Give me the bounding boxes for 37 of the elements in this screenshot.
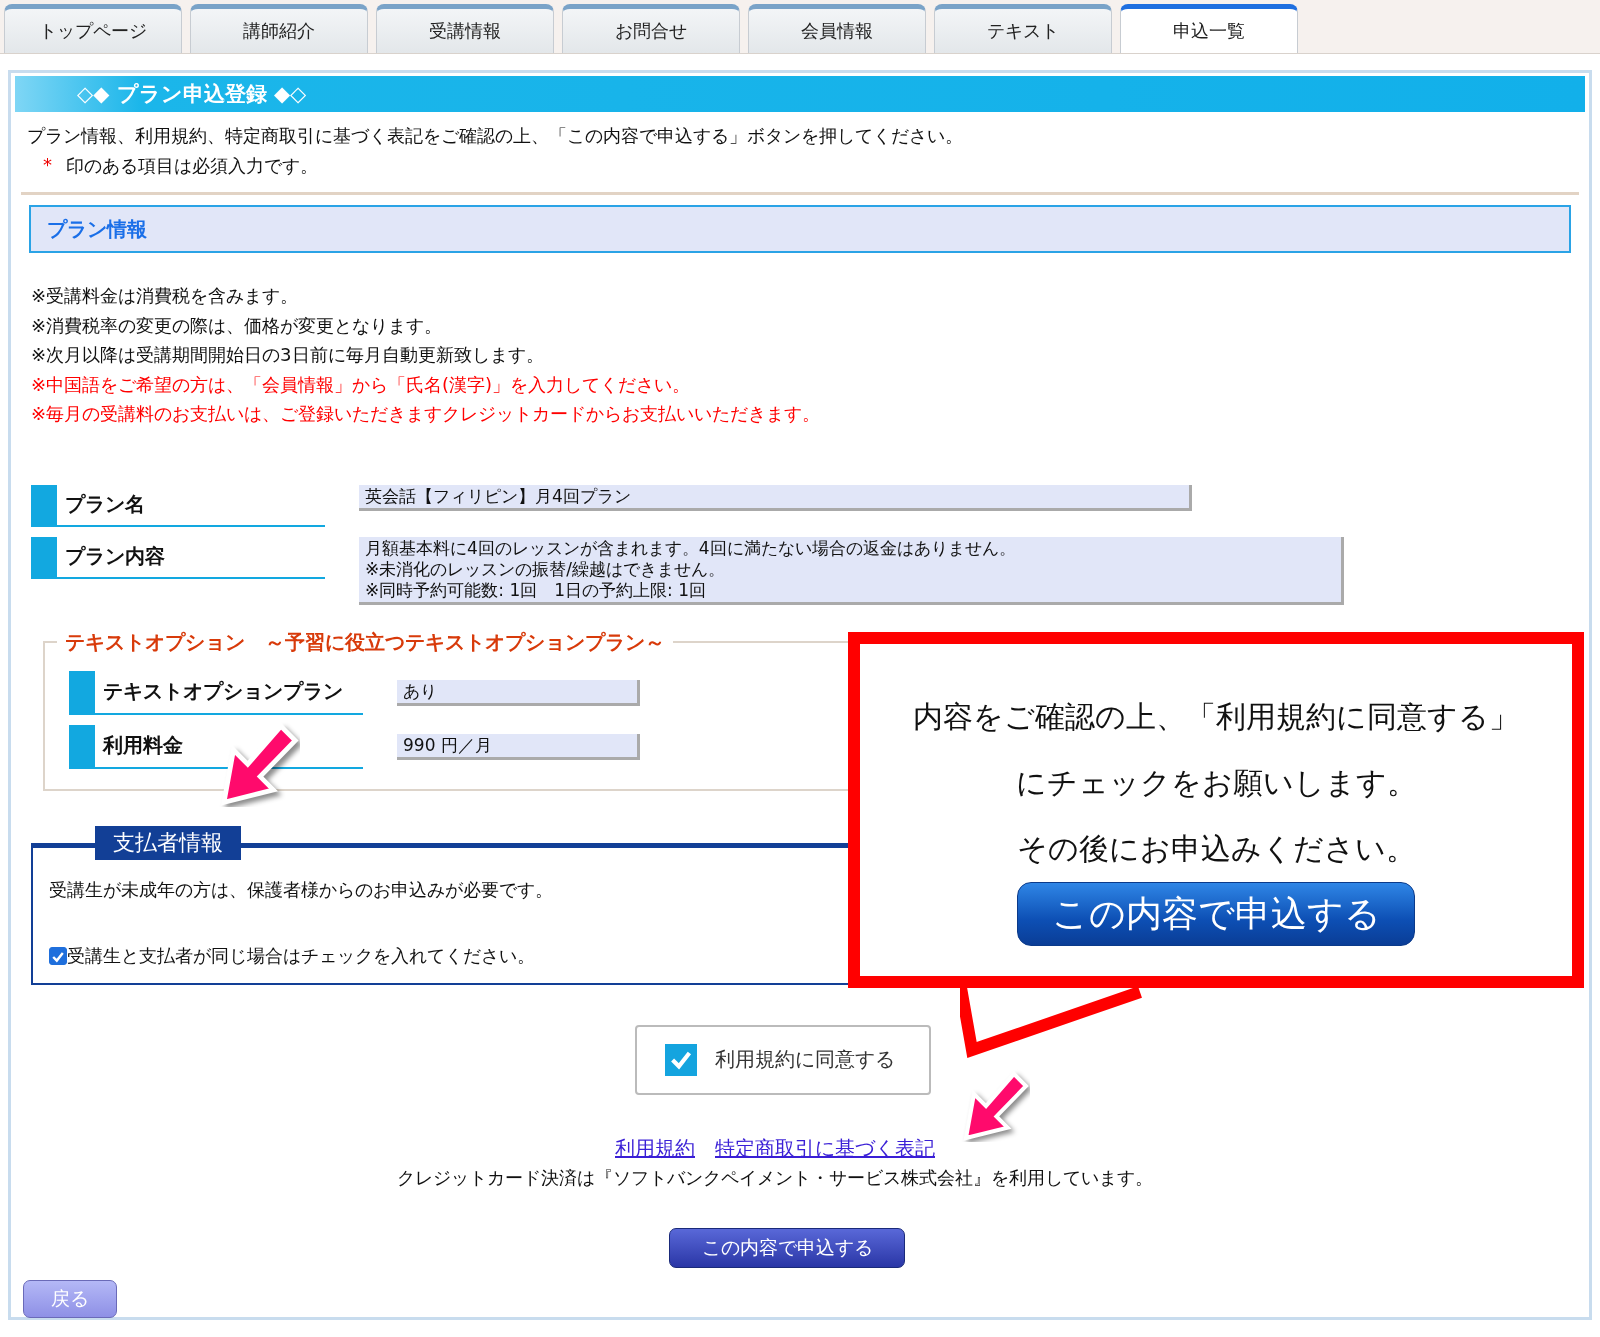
checkbox[interactable] <box>665 1043 697 1076</box>
submit-button[interactable]: この内容で申込する <box>669 1227 905 1268</box>
link[interactable]: 特定商取引に基づく表記 <box>715 1134 935 1162</box>
nav-tab[interactable]: 申込一覧 <box>1120 4 1298 53</box>
note-text: ※受講料金は消費税を含みます。 <box>31 284 300 308</box>
checkbox[interactable] <box>49 946 67 965</box>
submit-button[interactable]: この内容で申込する <box>1017 882 1415 946</box>
nav-tab[interactable]: テキスト <box>934 4 1112 53</box>
nav-tab[interactable]: お問合せ <box>562 4 740 53</box>
note-text: ※消費税率の変更の際は、価格が変更となります。 <box>31 313 444 338</box>
field-value: 月額基本料に4回のレッスンが含まれます。4回に満たない場合の返金はありません。 ※未消化のレッスンの振替/繰越はできません。 ※同時予約可能数: 1回 1日の予約上限: 1回 <box>359 536 1344 605</box>
nav-tab[interactable]: 会員情報 <box>748 4 926 53</box>
checkbox-label: 利用規約に同意する <box>715 1046 895 1073</box>
field-value: あり <box>397 679 640 706</box>
link[interactable]: 利用規約 <box>615 1134 695 1162</box>
field-value: 英会話【フィリピン】月4回プラン <box>359 484 1192 511</box>
panel-title: 支払者情報 <box>95 825 241 860</box>
callout-text: 内容をご確認の上、「利用規約に同意する」 <box>913 698 1519 736</box>
checkbox-label: 受講生と支払者が同じ場合はチェックを入れてください。 <box>67 943 535 968</box>
required-note: 印のある項目は必須入力です。 <box>66 154 318 178</box>
callout-text: にチェックをお願いします。 <box>1015 764 1417 802</box>
intro-text: プラン情報、利用規約、特定商取引に基づく表記をご確認の上、「この内容で申込する」ボタンを押してください。 <box>27 124 964 148</box>
nav-tab[interactable]: トップページ <box>4 4 182 53</box>
credit-text: クレジットカード決済は『ソフトバンクペイメント・サービス株式会社』を利用しています。 <box>396 1165 1154 1190</box>
nav-tab[interactable]: 受講情報 <box>376 4 554 53</box>
note-text: ※中国語をご希望の方は、「会員情報」から「氏名(漢字)」を入力してください。 <box>31 372 692 397</box>
callout-text: その後にお申込みください。 <box>1016 830 1416 868</box>
required-mark: * <box>43 154 52 177</box>
page-title: ◇◆ プラン申込登録 ◆◇ <box>15 76 1585 112</box>
field-label: プラン内容 <box>31 536 325 579</box>
section-heading: プラン情報 <box>29 205 1571 253</box>
note-text: ※毎月の受講料のお支払いは、ご登録いただきますクレジットカードからお支払いいただきます。 <box>31 402 822 426</box>
nav-tab[interactable]: 講師紹介 <box>190 4 368 53</box>
field-label: プラン名 <box>31 484 325 527</box>
payer-note: 受講生が未成年の方は、保護者様からのお申込みが必要です。 <box>49 877 553 902</box>
field-value: 990 円／月 <box>397 733 640 760</box>
note-text: ※次月以降は受講期間開始日の3日前に毎月自動更新致します。 <box>31 343 545 367</box>
